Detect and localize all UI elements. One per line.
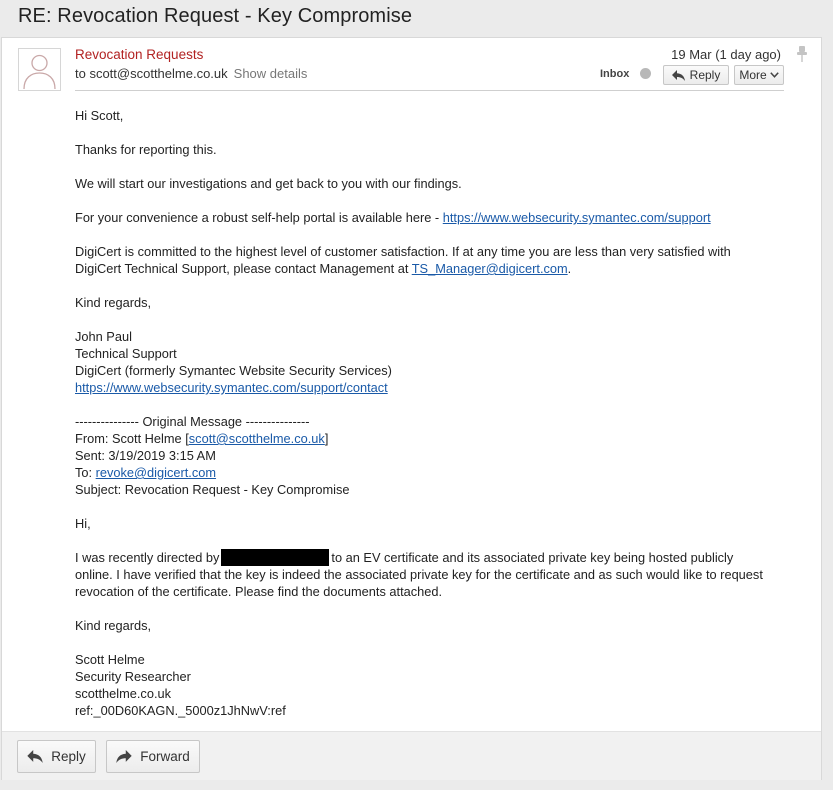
sender-name[interactable]: Revocation Requests — [75, 47, 203, 62]
greeting: Hi Scott, — [75, 108, 124, 123]
original-to-label: To: — [75, 465, 96, 480]
paragraph-text: DigiCert Technical Support, please conta… — [75, 261, 412, 276]
footer-reply-label: Reply — [51, 749, 86, 764]
pin-icon[interactable] — [797, 46, 807, 62]
folder-label[interactable]: Inbox — [600, 68, 629, 80]
signature-title: Technical Support — [75, 346, 177, 361]
original-sent: Sent: 3/19/2019 3:15 AM — [75, 448, 216, 463]
footer-forward-label: Forward — [140, 749, 190, 764]
paragraph-text: revocation of the certificate. Please fi… — [75, 584, 443, 599]
recipient-line: to scott@scotthelme.co.uk Show details — [75, 66, 307, 81]
signature-site: scotthelme.co.uk — [75, 686, 172, 701]
original-paragraph: I was recently directed by to an EV certi… — [75, 549, 795, 600]
more-label: More — [739, 68, 767, 82]
email-subject: RE: Revocation Request - Key Compromise — [18, 5, 413, 27]
reply-icon — [27, 750, 43, 763]
reply-button[interactable]: Reply — [663, 65, 729, 85]
more-button[interactable]: More — [734, 65, 784, 85]
paragraph-text: online. I have verified that the key is … — [75, 567, 763, 582]
paragraph: Thanks for reporting this. — [75, 142, 217, 157]
manager-email-link[interactable]: TS_Manager@digicert.com — [412, 261, 568, 276]
original-from-end: ] — [324, 431, 329, 446]
original-to-link[interactable]: revoke@digicert.com — [96, 465, 216, 480]
original-signature: Scott Helme Security Researcher scotthel… — [75, 651, 795, 719]
message-body: Hi Scott, Thanks for reporting this. We … — [75, 107, 795, 736]
original-to: To: revoke@digicert.com — [75, 464, 795, 481]
signature-link-line: https://www.websecurity.symantec.com/sup… — [75, 379, 795, 396]
redaction-box — [221, 549, 330, 566]
original-separator: --------------- Original Message -------… — [75, 414, 310, 429]
paragraph-text: For your convenience a robust self-help … — [75, 210, 443, 225]
paragraph-text: to an EV certificate and its associated … — [331, 550, 734, 565]
paragraph-text: DigiCert is committed to the highest lev… — [75, 244, 731, 259]
footer-forward-button[interactable]: Forward — [106, 740, 200, 773]
paragraph-text: DigiCert Technical Support, please conta… — [75, 260, 795, 277]
chevron-down-icon — [769, 72, 779, 78]
reply-label: Reply — [689, 68, 721, 82]
paragraph: For your convenience a robust self-help … — [75, 209, 795, 226]
support-portal-link[interactable]: https://www.websecurity.symantec.com/sup… — [443, 210, 711, 225]
original-subject: Subject: Revocation Request - Key Compro… — [75, 482, 350, 497]
footer-reply-button[interactable]: Reply — [17, 740, 96, 773]
original-from-label: From: Scott Helme [ — [75, 431, 189, 446]
reply-icon — [671, 69, 685, 81]
paragraph: DigiCert is committed to the highest lev… — [75, 243, 795, 277]
paragraph: We will start our investigations and get… — [75, 176, 462, 191]
original-message-header: --------------- Original Message -------… — [75, 413, 795, 498]
original-from-link[interactable]: scott@scotthelme.co.uk — [189, 431, 325, 446]
message-date: 19 Mar (1 day ago) — [671, 47, 781, 62]
signature-name: Scott Helme — [75, 652, 145, 667]
signature: John Paul Technical Support DigiCert (fo… — [75, 328, 795, 396]
reference-id: ref:_00D60KAGN._5000z1JhNwV:ref — [75, 703, 286, 718]
signature-title: Security Researcher — [75, 669, 191, 684]
paragraph-text: I was recently directed by to an EV certi… — [75, 549, 795, 566]
contact-link[interactable]: https://www.websecurity.symantec.com/sup… — [75, 380, 388, 395]
label-dot-icon[interactable] — [640, 68, 651, 79]
sign-off: Kind regards, — [75, 295, 152, 310]
paragraph-text: I was recently directed by — [75, 550, 220, 565]
original-from: From: Scott Helme [scott@scotthelme.co.u… — [75, 430, 795, 447]
original-greeting: Hi, — [75, 516, 91, 531]
message-card: Revocation Requests to scott@scotthelme.… — [1, 37, 822, 780]
original-sign-off: Kind regards, — [75, 618, 152, 633]
show-details-link[interactable]: Show details — [234, 66, 308, 81]
avatar-icon — [18, 48, 61, 91]
signature-company: DigiCert (formerly Symantec Website Secu… — [75, 363, 392, 378]
message-footer: Reply Forward — [2, 731, 821, 780]
recipient-text: to scott@scotthelme.co.uk — [75, 66, 228, 81]
paragraph-text: . — [567, 261, 572, 276]
signature-name: John Paul — [75, 329, 132, 344]
header-divider — [75, 90, 784, 91]
forward-icon — [116, 750, 132, 763]
